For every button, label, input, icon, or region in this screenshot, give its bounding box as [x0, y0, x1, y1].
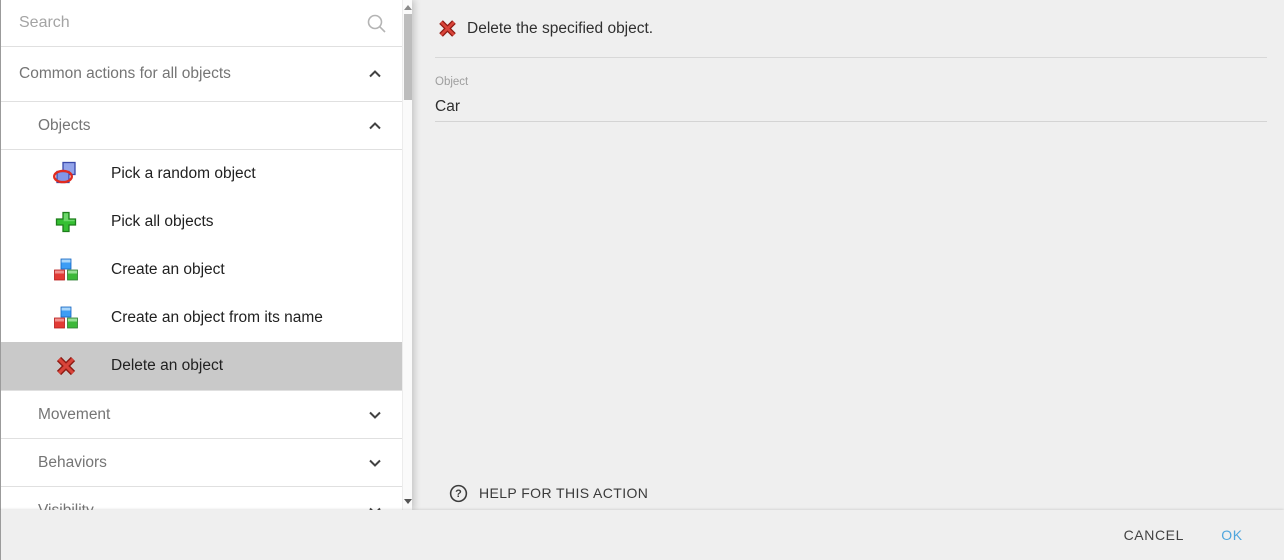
- list-item-create-an-object[interactable]: Create an object: [1, 246, 403, 294]
- category-behaviors[interactable]: Behaviors: [1, 439, 403, 487]
- list-item-pick-all-objects[interactable]: Pick all objects: [1, 198, 403, 246]
- list-item-label: Create an object from its name: [111, 309, 323, 327]
- search-row: [1, 0, 403, 47]
- list-item-label: Create an object: [111, 261, 225, 279]
- category-label: Behaviors: [38, 454, 107, 472]
- list-item-create-object-from-name[interactable]: Create an object from its name: [1, 294, 403, 342]
- action-config-panel: Delete the specified object. Object ? HE…: [413, 0, 1284, 510]
- pick-random-object-icon: [53, 161, 79, 187]
- search-icon: [365, 12, 389, 36]
- chevron-up-icon: [363, 114, 387, 138]
- category-label: Movement: [38, 406, 110, 424]
- scrollbar-down-arrow[interactable]: [404, 499, 412, 504]
- object-field-label: Object: [435, 76, 1267, 89]
- action-header: Delete the specified object.: [413, 0, 1284, 57]
- chevron-down-icon: [363, 499, 387, 511]
- delete-cross-icon: [437, 18, 458, 39]
- divider: [435, 57, 1267, 58]
- list-item-pick-random-object[interactable]: Pick a random object: [1, 150, 403, 198]
- field-underline: [435, 121, 1267, 122]
- scrollbar-thumb[interactable]: [404, 14, 412, 100]
- cancel-button[interactable]: CANCEL: [1108, 517, 1200, 553]
- object-field-block: Object: [435, 76, 1267, 122]
- category-objects[interactable]: Objects: [1, 102, 403, 150]
- list-item-delete-an-object[interactable]: Delete an object: [1, 342, 403, 390]
- action-description: Delete the specified object.: [467, 20, 653, 38]
- question-circle-icon: ?: [448, 483, 469, 504]
- create-object-cubes-icon: [53, 257, 79, 283]
- ok-button[interactable]: OK: [1200, 517, 1264, 553]
- dialog-footer: CANCEL OK: [0, 510, 1284, 560]
- category-movement[interactable]: Movement: [1, 391, 403, 439]
- search-input[interactable]: [1, 14, 341, 32]
- category-label: Common actions for all objects: [19, 65, 231, 83]
- chevron-down-icon: [363, 403, 387, 427]
- help-button[interactable]: ? HELP FOR THIS ACTION: [448, 482, 648, 504]
- create-object-cubes-icon: [53, 305, 79, 331]
- list-item-label: Pick all objects: [111, 213, 214, 231]
- chevron-up-icon: [363, 62, 387, 86]
- category-common-actions[interactable]: Common actions for all objects: [1, 47, 403, 102]
- category-visibility[interactable]: Visibility: [1, 487, 403, 510]
- category-label: Visibility: [38, 502, 94, 511]
- object-field-input[interactable]: [435, 98, 1267, 116]
- svg-text:?: ?: [455, 488, 462, 500]
- delete-cross-icon: [53, 353, 79, 379]
- add-plus-icon: [53, 209, 79, 235]
- help-label: HELP FOR THIS ACTION: [479, 485, 648, 501]
- list-item-label: Pick a random object: [111, 165, 256, 183]
- category-label: Objects: [38, 117, 91, 135]
- sidebar-scrollbar[interactable]: [402, 0, 412, 510]
- chevron-down-icon: [363, 451, 387, 475]
- list-item-label: Delete an object: [111, 357, 223, 375]
- action-list-sidebar: Common actions for all objects Objects: [0, 0, 412, 510]
- action-editor-dialog: Common actions for all objects Objects: [0, 0, 1284, 560]
- scrollbar-up-arrow[interactable]: [404, 5, 412, 10]
